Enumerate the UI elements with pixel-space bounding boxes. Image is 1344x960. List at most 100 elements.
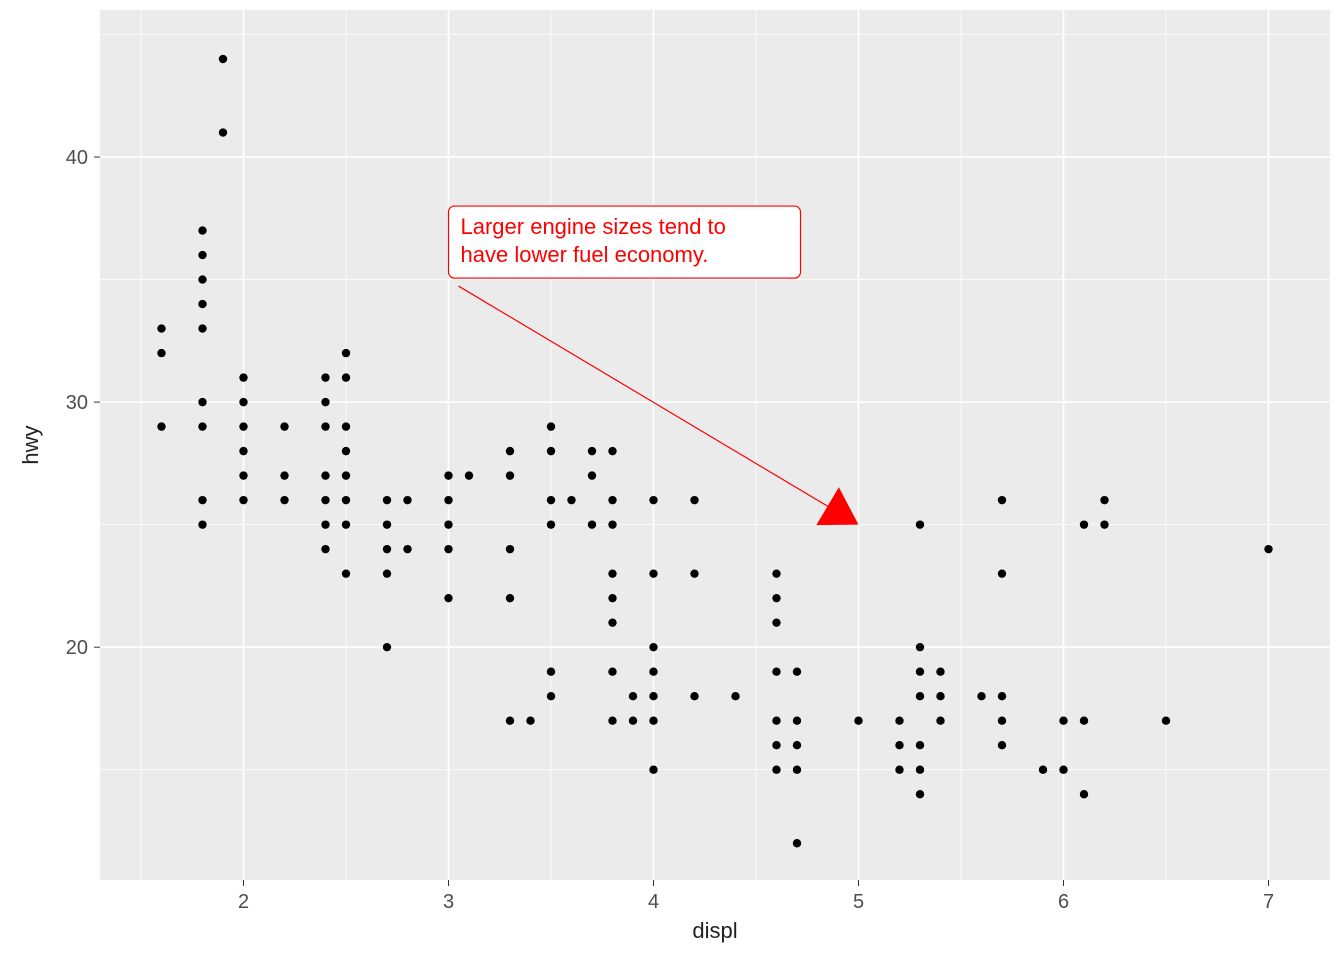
data-point (772, 741, 780, 749)
data-point (731, 692, 739, 700)
data-point (1080, 520, 1088, 528)
data-point (649, 692, 657, 700)
data-point (793, 766, 801, 774)
scatter-plot: Larger engine sizes tend tohave lower fu… (0, 0, 1344, 960)
data-point (772, 766, 780, 774)
x-axis-title: displ (692, 918, 737, 943)
data-point (403, 496, 411, 504)
data-point (198, 226, 206, 234)
data-point (547, 667, 555, 675)
data-point (157, 349, 165, 357)
data-point (998, 717, 1006, 725)
data-point (506, 717, 514, 725)
data-point (793, 667, 801, 675)
data-point (772, 618, 780, 626)
data-point (198, 275, 206, 283)
chart-container: Larger engine sizes tend tohave lower fu… (0, 0, 1344, 960)
data-point (239, 496, 247, 504)
data-point (608, 520, 616, 528)
data-point (690, 496, 698, 504)
data-point (793, 717, 801, 725)
data-point (547, 447, 555, 455)
data-point (444, 594, 452, 602)
data-point (547, 520, 555, 528)
data-point (506, 545, 514, 553)
data-point (1039, 766, 1047, 774)
data-point (690, 569, 698, 577)
data-point (198, 324, 206, 332)
data-point (772, 594, 780, 602)
data-point (629, 692, 637, 700)
x-tick-label: 7 (1263, 891, 1274, 913)
data-point (198, 496, 206, 504)
data-point (916, 766, 924, 774)
data-point (342, 349, 350, 357)
data-point (608, 594, 616, 602)
data-point (321, 471, 329, 479)
data-point (342, 373, 350, 381)
data-point (383, 496, 391, 504)
data-point (916, 667, 924, 675)
data-point (1264, 545, 1272, 553)
data-point (321, 496, 329, 504)
data-point (383, 643, 391, 651)
data-point (793, 839, 801, 847)
data-point (649, 667, 657, 675)
data-point (936, 667, 944, 675)
data-point (916, 643, 924, 651)
data-point (916, 692, 924, 700)
data-point (342, 520, 350, 528)
data-point (239, 398, 247, 406)
y-tick-label: 40 (66, 147, 88, 169)
x-tick-label: 2 (238, 891, 249, 913)
data-point (1080, 790, 1088, 798)
data-point (198, 398, 206, 406)
data-point (198, 251, 206, 259)
data-point (383, 520, 391, 528)
data-point (465, 471, 473, 479)
data-point (506, 594, 514, 602)
data-point (649, 643, 657, 651)
data-point (567, 496, 575, 504)
x-tick-label: 3 (443, 891, 454, 913)
data-point (998, 692, 1006, 700)
data-point (649, 569, 657, 577)
data-point (547, 496, 555, 504)
data-point (649, 766, 657, 774)
data-point (219, 55, 227, 63)
data-point (772, 717, 780, 725)
data-point (342, 496, 350, 504)
data-point (608, 618, 616, 626)
data-point (1100, 496, 1108, 504)
data-point (916, 741, 924, 749)
data-point (629, 717, 637, 725)
x-tick-label: 6 (1058, 891, 1069, 913)
data-point (916, 790, 924, 798)
x-tick-label: 5 (853, 891, 864, 913)
annotation-text-line2: have lower fuel economy. (461, 242, 709, 267)
data-point (547, 422, 555, 430)
data-point (321, 545, 329, 553)
data-point (793, 741, 801, 749)
data-point (280, 471, 288, 479)
data-point (998, 496, 1006, 504)
data-point (772, 667, 780, 675)
data-point (1080, 717, 1088, 725)
data-point (444, 520, 452, 528)
data-point (157, 324, 165, 332)
data-point (198, 300, 206, 308)
x-tick-label: 4 (648, 891, 659, 913)
data-point (280, 422, 288, 430)
data-point (444, 471, 452, 479)
data-point (219, 128, 227, 136)
data-point (936, 692, 944, 700)
data-point (1059, 766, 1067, 774)
data-point (444, 545, 452, 553)
data-point (916, 520, 924, 528)
data-point (342, 569, 350, 577)
y-tick-label: 20 (66, 637, 88, 659)
data-point (321, 422, 329, 430)
data-point (239, 471, 247, 479)
data-point (608, 717, 616, 725)
data-point (157, 422, 165, 430)
